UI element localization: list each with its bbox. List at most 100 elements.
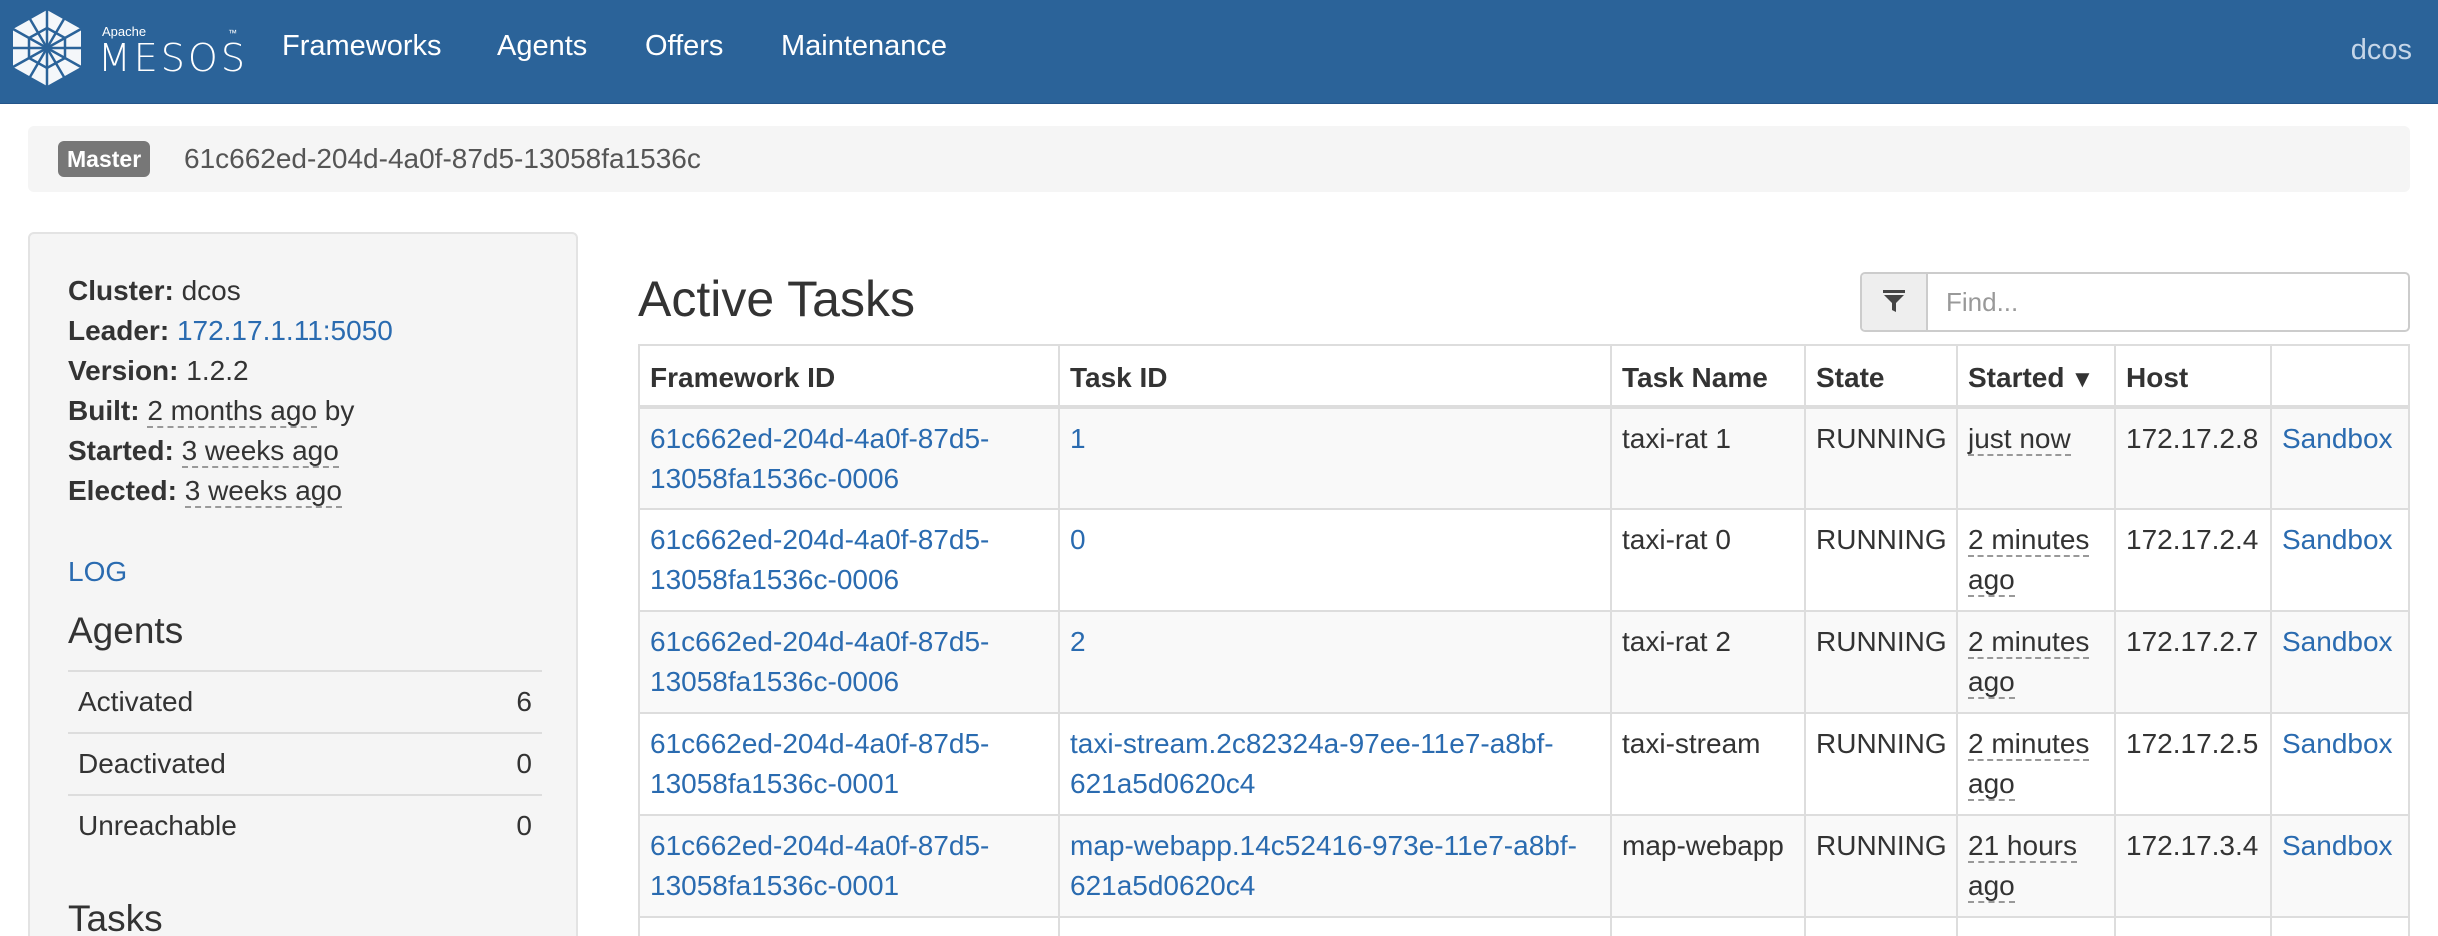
host-cell: 172.17.2.4 — [2114, 508, 2272, 612]
sandbox-link[interactable]: Sandbox — [2282, 626, 2393, 657]
task-id-link[interactable]: map-webapp.14c52416-973e-11e7-a8bf- 621a5… — [1070, 830, 1577, 901]
nav-user-cluster[interactable]: dcos — [2351, 34, 2412, 67]
framework-id-part1: 61c662ed-204d-4a0f-87d5- — [650, 524, 990, 555]
agent-row-activated: Activated 6 — [68, 670, 542, 732]
leader-row: Leader: 172.17.1.11:5050 — [68, 314, 393, 348]
task-id-cell: map-webapp.14c52416-973e-11e7-a8bf- 621a5… — [1058, 814, 1612, 918]
nav-agents[interactable]: Agents — [497, 30, 587, 63]
host-cell: 172.17.2.8 — [2114, 406, 2272, 510]
sandbox-link[interactable]: Sandbox — [2282, 830, 2393, 861]
elected-label: Elected: — [68, 475, 177, 506]
started-part2: ago — [1968, 870, 2015, 901]
breadcrumb: Master 61c662ed-204d-4a0f-87d5-13058fa15… — [28, 126, 2410, 192]
framework-id-cell: 61c662ed-204d-4a0f-87d5- 13058fa1536c-000… — [638, 712, 1060, 816]
sandbox-link[interactable]: Sandbox — [2282, 524, 2393, 555]
framework-id-part1: 61c662ed-204d-4a0f-87d5- — [650, 728, 990, 759]
brand-trademark: ™ — [228, 28, 237, 38]
started-cell: 2 minutes ago — [1956, 610, 2116, 714]
built-row: Built: 2 months ago by — [68, 394, 354, 428]
sandbox-link[interactable]: Sandbox — [2282, 728, 2393, 759]
sandbox-cell: Sandbox — [2270, 610, 2410, 714]
agent-label: Unreachable — [78, 810, 237, 841]
started-cell: 2 minutes ago — [1956, 508, 2116, 612]
framework-id-link[interactable]: 61c662ed-204d-4a0f-87d5- 13058fa1536c-000… — [650, 728, 989, 799]
task-name-cell: taxi-rat 1 — [1610, 406, 1806, 510]
task-id-part2: 621a5d0620c4 — [1070, 768, 1256, 799]
framework-id-part1: 61c662ed-204d-4a0f-87d5- — [650, 626, 990, 657]
task-id-part1: taxi-stream.2c82324a-97ee-11e7-a8bf- — [1070, 728, 1554, 759]
started-part2: ago — [1968, 564, 2015, 595]
started-value: 3 weeks ago — [181, 435, 339, 468]
started-part1: 2 minutes — [1968, 524, 2090, 555]
framework-id-link[interactable]: 61c662ed-204d-4a0f-87d5- 13058fa1536c-000… — [650, 830, 989, 901]
column-header-started[interactable]: Started ▼ — [1956, 344, 2116, 409]
task-id-cell: 0 — [1058, 508, 1612, 612]
empty-cell — [1804, 916, 1958, 936]
framework-id-link[interactable]: 61c662ed-204d-4a0f-87d5- 13058fa1536c-000… — [650, 626, 989, 697]
nav-offers[interactable]: Offers — [645, 30, 723, 63]
task-id-link[interactable]: 2 — [1070, 626, 1086, 657]
cluster-row: Cluster: dcos — [68, 274, 241, 308]
table-header-row: Framework ID Task ID Task Name State Sta… — [638, 344, 2410, 409]
cluster-label: Cluster: — [68, 275, 174, 306]
column-header-framework-id[interactable]: Framework ID — [638, 344, 1060, 409]
task-id-link[interactable]: taxi-stream.2c82324a-97ee-11e7-a8bf- 621a… — [1070, 728, 1554, 799]
column-header-state[interactable]: State — [1804, 344, 1958, 409]
task-name-cell: taxi-stream — [1610, 712, 1806, 816]
top-navbar: Apache MESOS ™ Frameworks Agents Offers … — [0, 0, 2438, 104]
mesos-logo[interactable]: Apache MESOS ™ — [10, 8, 245, 94]
sandbox-link[interactable]: Sandbox — [2282, 423, 2393, 454]
task-name-cell: taxi-rat 2 — [1610, 610, 1806, 714]
filter-addon — [1862, 274, 1928, 330]
agents-section-title: Agents — [68, 610, 184, 651]
leader-label: Leader: — [68, 315, 170, 346]
framework-id-cell: 61c662ed-204d-4a0f-87d5- 13058fa1536c-000… — [638, 406, 1060, 510]
elected-row: Elected: 3 weeks ago — [68, 474, 342, 508]
brand-name: MESOS — [98, 36, 248, 80]
nav-maintenance[interactable]: Maintenance — [781, 30, 947, 63]
page-title: Active Tasks — [638, 271, 915, 327]
table-row: 61c662ed-204d-4a0f-87d5- 13058fa1536c-000… — [638, 508, 2410, 612]
table-row: 61c662ed-204d-4a0f-87d5- 13058fa1536c-000… — [638, 712, 2410, 816]
agent-row-deactivated: Deactivated 0 — [68, 732, 542, 794]
active-tasks-table: Framework ID Task ID Task Name State Sta… — [638, 344, 2410, 936]
leader-link[interactable]: 172.17.1.11:5050 — [177, 315, 393, 346]
master-label-badge: Master — [58, 141, 151, 177]
agents-table: Activated 6 Deactivated 0 Unreachable 0 — [68, 670, 542, 856]
sandbox-cell: Sandbox — [2270, 712, 2410, 816]
started-cell: 21 hours ago — [1956, 814, 2116, 918]
started-part2: ago — [1968, 768, 2015, 799]
framework-id-cell: 61c662ed-204d-4a0f-87d5- 13058fa1536c-000… — [638, 814, 1060, 918]
empty-cell — [2270, 916, 2410, 936]
state-cell: RUNNING — [1804, 406, 1958, 510]
task-id-part1: 1 — [1070, 423, 1086, 454]
started-header-label: Started — [1968, 362, 2065, 393]
empty-cell — [638, 916, 1060, 936]
task-search-input[interactable] — [1930, 274, 2406, 330]
table-row: 61c662ed-204d-4a0f-87d5- 13058fa1536c-000… — [638, 406, 2410, 510]
master-id: 61c662ed-204d-4a0f-87d5-13058fa1536c — [184, 143, 701, 174]
built-value: 2 months ago — [147, 395, 317, 428]
version-label: Version: — [68, 355, 179, 386]
nav-frameworks[interactable]: Frameworks — [282, 30, 442, 63]
column-header-host[interactable]: Host — [2114, 344, 2272, 409]
state-cell: RUNNING — [1804, 712, 1958, 816]
started-part1: 21 hours — [1968, 830, 2077, 861]
framework-id-part2: 13058fa1536c-0001 — [650, 768, 900, 799]
framework-id-link[interactable]: 61c662ed-204d-4a0f-87d5- 13058fa1536c-000… — [650, 423, 989, 494]
task-id-link[interactable]: 0 — [1070, 524, 1086, 555]
empty-cell — [1956, 916, 2116, 936]
started-part1: 2 minutes — [1968, 626, 2090, 657]
task-id-part1: 2 — [1070, 626, 1086, 657]
task-id-link[interactable]: 1 — [1070, 423, 1086, 454]
empty-cell — [2114, 916, 2272, 936]
column-header-task-id[interactable]: Task ID — [1058, 344, 1612, 409]
sandbox-cell: Sandbox — [2270, 508, 2410, 612]
framework-id-part2: 13058fa1536c-0006 — [650, 463, 900, 494]
log-link[interactable]: LOG — [68, 556, 127, 588]
column-header-task-name[interactable]: Task Name — [1610, 344, 1806, 409]
framework-id-part2: 13058fa1536c-0006 — [650, 666, 900, 697]
sort-descending-icon: ▼ — [2070, 366, 2095, 393]
elected-value: 3 weeks ago — [184, 475, 342, 508]
framework-id-link[interactable]: 61c662ed-204d-4a0f-87d5- 13058fa1536c-000… — [650, 524, 989, 595]
